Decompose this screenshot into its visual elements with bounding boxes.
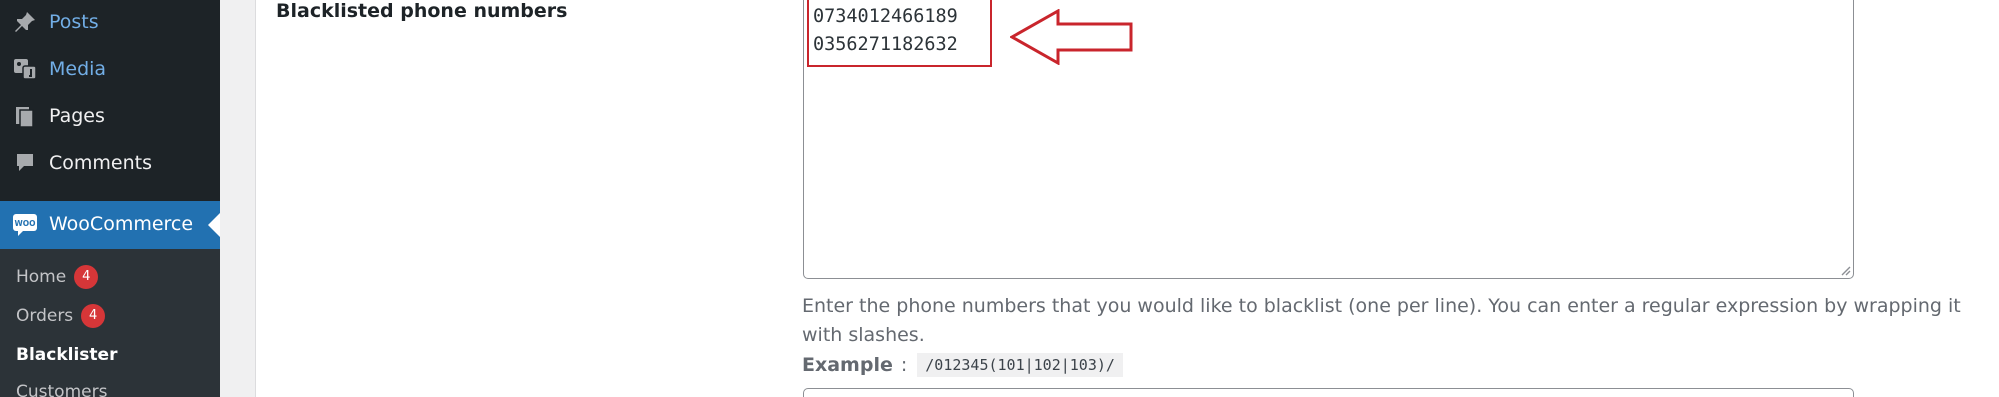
woocommerce-icon-text: WOO bbox=[14, 219, 35, 228]
menu-item-media[interactable]: Media bbox=[0, 47, 220, 93]
submenu-item-home[interactable]: Home 4 bbox=[16, 262, 99, 292]
pushpin-icon bbox=[12, 9, 38, 35]
submenu-label-customers: Customers bbox=[16, 382, 108, 397]
submenu-label-blacklister: Blacklister bbox=[16, 345, 118, 365]
resize-handle-icon[interactable] bbox=[1839, 264, 1851, 276]
example-code: /012345(101|102|103)/ bbox=[917, 353, 1123, 377]
example-separator: : bbox=[900, 354, 908, 376]
admin-sidebar: Posts Media Pages Comments WOO WooCommer… bbox=[0, 0, 220, 397]
menu-label-pages: Pages bbox=[49, 105, 105, 127]
example-label: Example bbox=[802, 354, 893, 376]
menu-label-posts: Posts bbox=[49, 11, 99, 33]
field-label: Blacklisted phone numbers bbox=[276, 0, 568, 22]
woocommerce-icon: WOO bbox=[12, 212, 38, 238]
menu-item-woocommerce[interactable]: WOO WooCommerce bbox=[0, 201, 220, 249]
menu-item-posts[interactable]: Posts bbox=[0, 0, 220, 46]
current-menu-arrow bbox=[208, 213, 220, 237]
comment-icon bbox=[12, 150, 38, 176]
home-count-badge: 4 bbox=[74, 265, 99, 289]
menu-label-woocommerce: WooCommerce bbox=[49, 213, 194, 235]
woocommerce-submenu: Home 4 Orders 4 Blacklister Customers bbox=[0, 249, 220, 397]
submenu-label-orders: Orders bbox=[16, 306, 74, 326]
submenu-label-home: Home bbox=[16, 267, 67, 287]
orders-count-badge: 4 bbox=[81, 304, 106, 328]
submenu-item-blacklister[interactable]: Blacklister bbox=[16, 340, 117, 370]
menu-item-comments[interactable]: Comments bbox=[0, 141, 220, 187]
annotation-arrow-icon bbox=[1010, 9, 1133, 65]
media-icon bbox=[12, 56, 38, 82]
field-description: Enter the phone numbers that you would l… bbox=[802, 295, 1961, 346]
menu-label-comments: Comments bbox=[49, 152, 152, 174]
pages-icon bbox=[12, 103, 38, 129]
annotation-highlight-box bbox=[807, 0, 992, 67]
menu-item-pages[interactable]: Pages bbox=[0, 94, 220, 140]
submenu-item-orders[interactable]: Orders 4 bbox=[16, 301, 106, 331]
next-textarea[interactable] bbox=[803, 388, 1854, 397]
example-row: Example : /012345(101|102|103)/ bbox=[802, 350, 1123, 380]
menu-label-media: Media bbox=[49, 58, 107, 80]
submenu-item-customers[interactable]: Customers bbox=[16, 377, 107, 397]
